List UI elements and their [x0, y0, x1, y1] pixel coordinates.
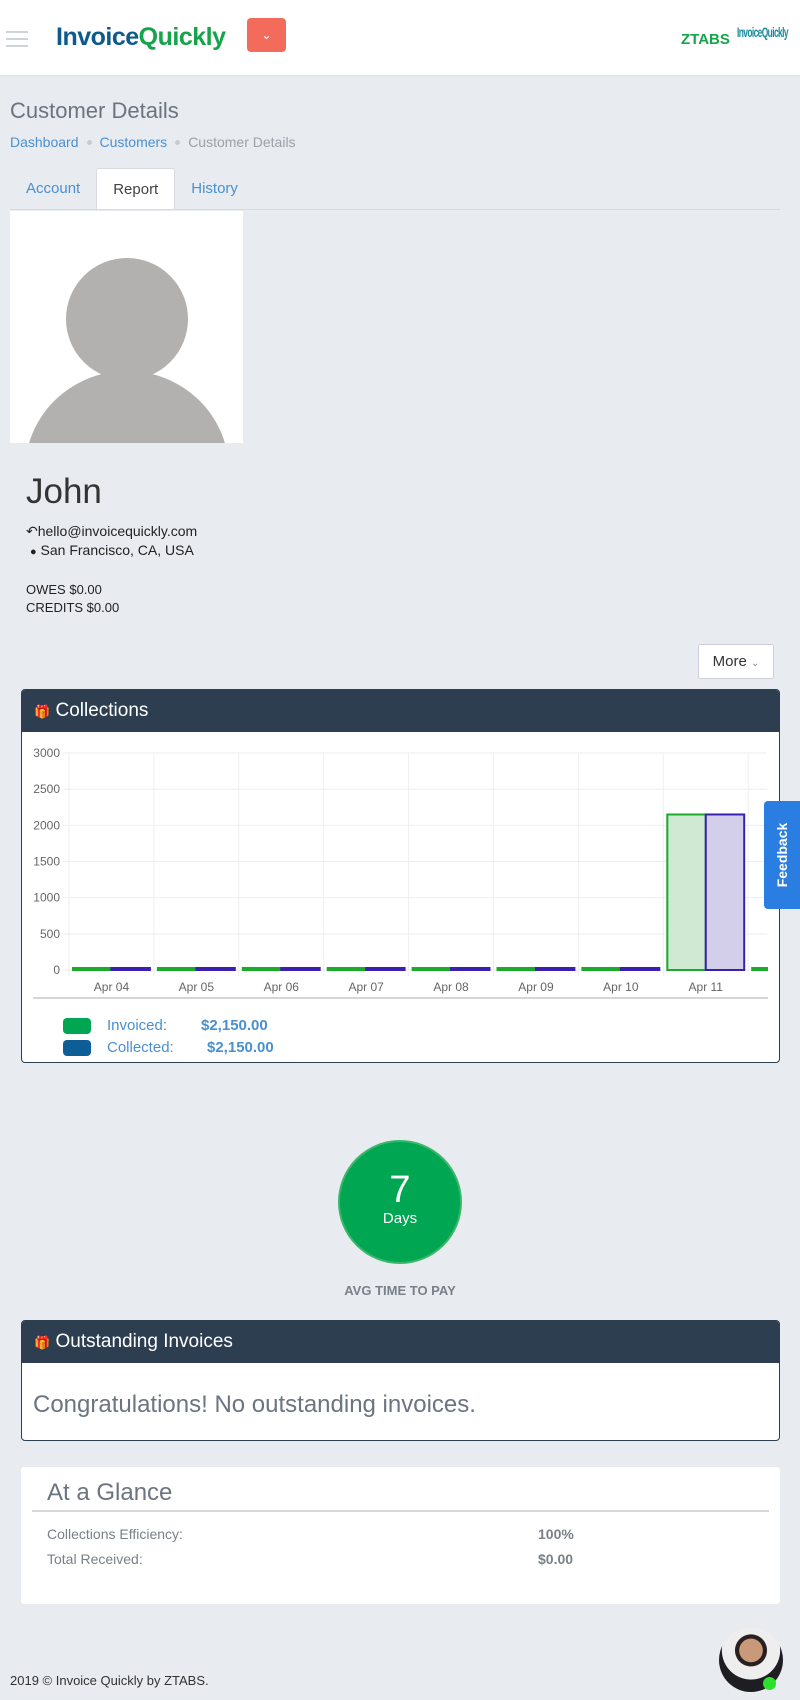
avg-time-badge: 7 Days — [338, 1140, 462, 1264]
x-tick-label: Apr 06 — [264, 980, 300, 994]
logo-text-invoice: Invoice — [56, 23, 139, 51]
feedback-label: Feedback — [774, 822, 790, 888]
avg-time-value: 7 — [389, 1169, 411, 1211]
bar-collected — [619, 967, 661, 971]
customer-avatar — [10, 211, 243, 443]
y-tick-label: 0 — [53, 963, 60, 977]
bar-collected — [365, 967, 406, 971]
y-tick-label: 1500 — [33, 855, 60, 869]
bar-collected — [450, 967, 491, 971]
chevron-down-icon: ⌄ — [261, 28, 272, 42]
collections-header: 🎁 Collections — [22, 690, 779, 732]
bar-collected — [534, 967, 576, 971]
feedback-tab[interactable]: Feedback — [764, 801, 800, 909]
reply-icon: ↶ — [26, 523, 38, 539]
company-name: ZTABS — [681, 31, 730, 48]
legend-label: Collected: — [107, 1039, 174, 1056]
chevron-down-icon: ⌄ — [750, 658, 760, 669]
glance-label-received: Total Received: — [47, 1551, 143, 1567]
user-silhouette-icon — [29, 252, 225, 443]
legend-value: $2,150.00 — [201, 1017, 268, 1034]
bar-collected — [704, 813, 746, 971]
breadcrumb-separator — [86, 139, 92, 145]
x-tick-label: Apr 08 — [433, 980, 469, 994]
outstanding-message: Congratulations! No outstanding invoices… — [33, 1391, 476, 1418]
breadcrumb: Dashboard Customers Customer Details — [10, 134, 296, 150]
x-tick-label: Apr 04 — [94, 980, 130, 994]
bar-invoiced — [326, 967, 368, 971]
x-tick-label: Apr 10 — [603, 980, 639, 994]
glance-label-efficiency: Collections Efficiency: — [47, 1526, 183, 1542]
customer-credits: CREDITS $0.00 — [26, 600, 120, 615]
glance-value-efficiency: 100% — [538, 1526, 574, 1542]
tab-history[interactable]: History — [175, 168, 254, 209]
glance-divider — [32, 1510, 769, 1512]
more-label: More — [712, 653, 747, 670]
y-tick-label: 1000 — [33, 891, 60, 905]
breadcrumb-separator — [175, 139, 181, 145]
customer-email[interactable]: hello@invoicequickly.com — [38, 523, 197, 539]
map-marker-icon: ● — [30, 546, 37, 558]
glance-title: At a Glance — [47, 1479, 173, 1506]
tab-report[interactable]: Report — [96, 168, 176, 209]
glance-value-received: $0.00 — [538, 1551, 574, 1567]
customer-email-row: ↶hello@invoicequickly.com — [26, 523, 197, 540]
legend-collected: Collected: $2,150.00 — [63, 1039, 274, 1056]
footer-copyright: 2019 © Invoice Quickly by ZTABS. — [10, 1673, 209, 1688]
customer-owes: OWES $0.00 — [26, 582, 102, 597]
app-logo[interactable]: InvoiceQuickly — [56, 23, 226, 52]
bar-invoiced — [496, 967, 537, 971]
outstanding-invoices-card: 🎁 Outstanding Invoices Congratulations! … — [21, 1320, 780, 1441]
logo-text-quickly: Quickly — [138, 23, 226, 51]
collected-swatch — [63, 1039, 91, 1056]
customer-name: John — [26, 472, 102, 511]
tab-bar: Account Report History — [10, 168, 780, 210]
more-dropdown-button[interactable]: More ⌄ — [698, 644, 774, 679]
page-title: Customer Details — [10, 98, 179, 123]
bar-invoiced — [241, 967, 283, 971]
partner-logo: InvoiceQuickly — [737, 24, 788, 40]
quick-menu-dropdown-button[interactable]: ⌄ — [247, 18, 286, 52]
avg-time-label: AVG TIME TO PAY — [344, 1283, 456, 1298]
breadcrumb-dashboard[interactable]: Dashboard — [10, 134, 79, 150]
gift-icon: 🎁 — [34, 1335, 51, 1350]
x-tick-label: Apr 05 — [179, 980, 215, 994]
x-tick-label: Apr 11 — [689, 980, 724, 994]
bar-invoiced — [581, 967, 622, 971]
gift-icon: 🎁 — [34, 704, 51, 719]
customer-location: San Francisco, CA, USA — [40, 542, 194, 558]
bar-collected — [195, 967, 236, 971]
collections-title: Collections — [55, 700, 149, 721]
legend-value: $2,150.00 — [207, 1039, 274, 1056]
y-tick-label: 500 — [40, 927, 60, 941]
x-tick-label: Apr 07 — [348, 980, 384, 994]
bar-invoiced — [72, 967, 113, 971]
customer-location-row: ● San Francisco, CA, USA — [30, 542, 194, 558]
at-a-glance-panel: At a Glance Collections Efficiency: 100%… — [21, 1467, 780, 1604]
legend-invoiced: Invoiced: $2,150.00 — [63, 1017, 268, 1034]
avg-time-unit: Days — [382, 1210, 418, 1227]
bar-collected — [280, 967, 321, 971]
outstanding-title: Outstanding Invoices — [55, 1331, 233, 1352]
breadcrumb-customers[interactable]: Customers — [100, 134, 168, 150]
y-tick-label: 2000 — [33, 818, 60, 832]
bar-invoiced — [156, 967, 198, 971]
bar-invoiced — [751, 967, 769, 971]
bar-invoiced — [411, 967, 453, 971]
breadcrumb-current: Customer Details — [188, 134, 296, 150]
bar-invoiced — [666, 813, 707, 971]
collections-chart: 0 500 1000 1500 2000 2500 3000 Apr 04 Apr 05 Apr … — [33, 746, 769, 994]
y-tick-label: 2500 — [33, 782, 60, 796]
online-status-dot — [763, 1677, 776, 1690]
tab-account[interactable]: Account — [10, 168, 96, 209]
x-tick-label: Apr 09 — [518, 980, 554, 994]
hamburger-menu-icon[interactable] — [6, 31, 28, 47]
outstanding-header: 🎁 Outstanding Invoices — [22, 1321, 779, 1363]
legend-label: Invoiced: — [107, 1017, 168, 1034]
y-tick-label: 3000 — [33, 746, 60, 760]
invoiced-swatch — [63, 1017, 91, 1034]
chart-divider — [33, 997, 768, 999]
bar-collected — [110, 967, 151, 971]
